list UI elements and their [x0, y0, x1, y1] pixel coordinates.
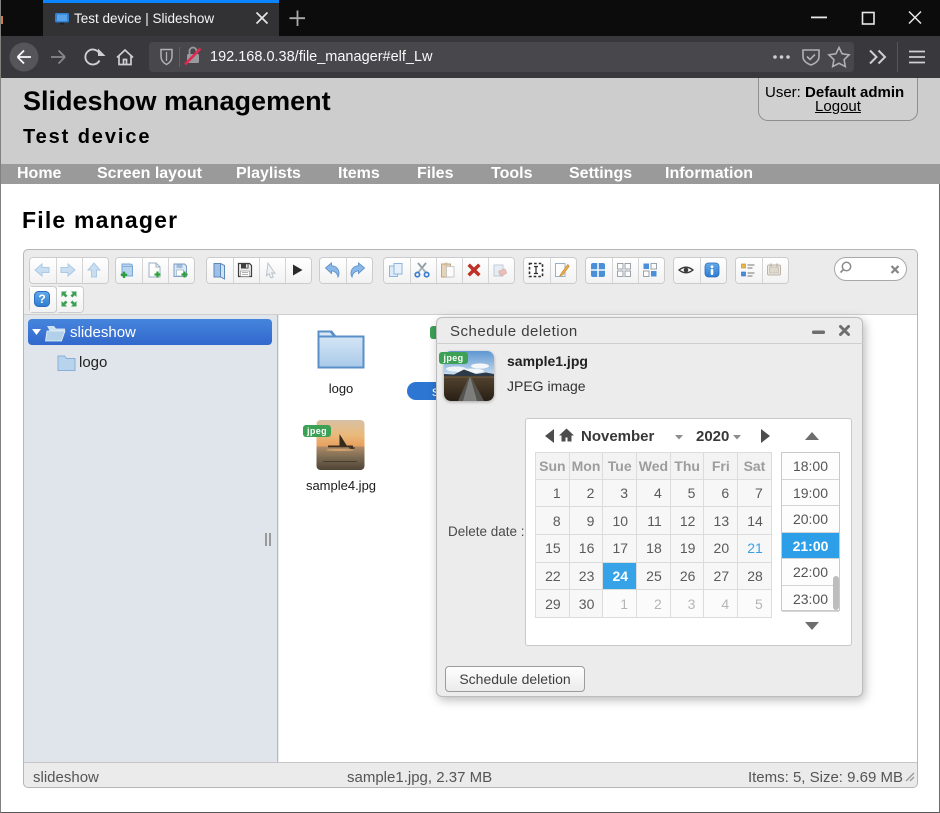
svg-text:?: ?	[38, 292, 45, 306]
